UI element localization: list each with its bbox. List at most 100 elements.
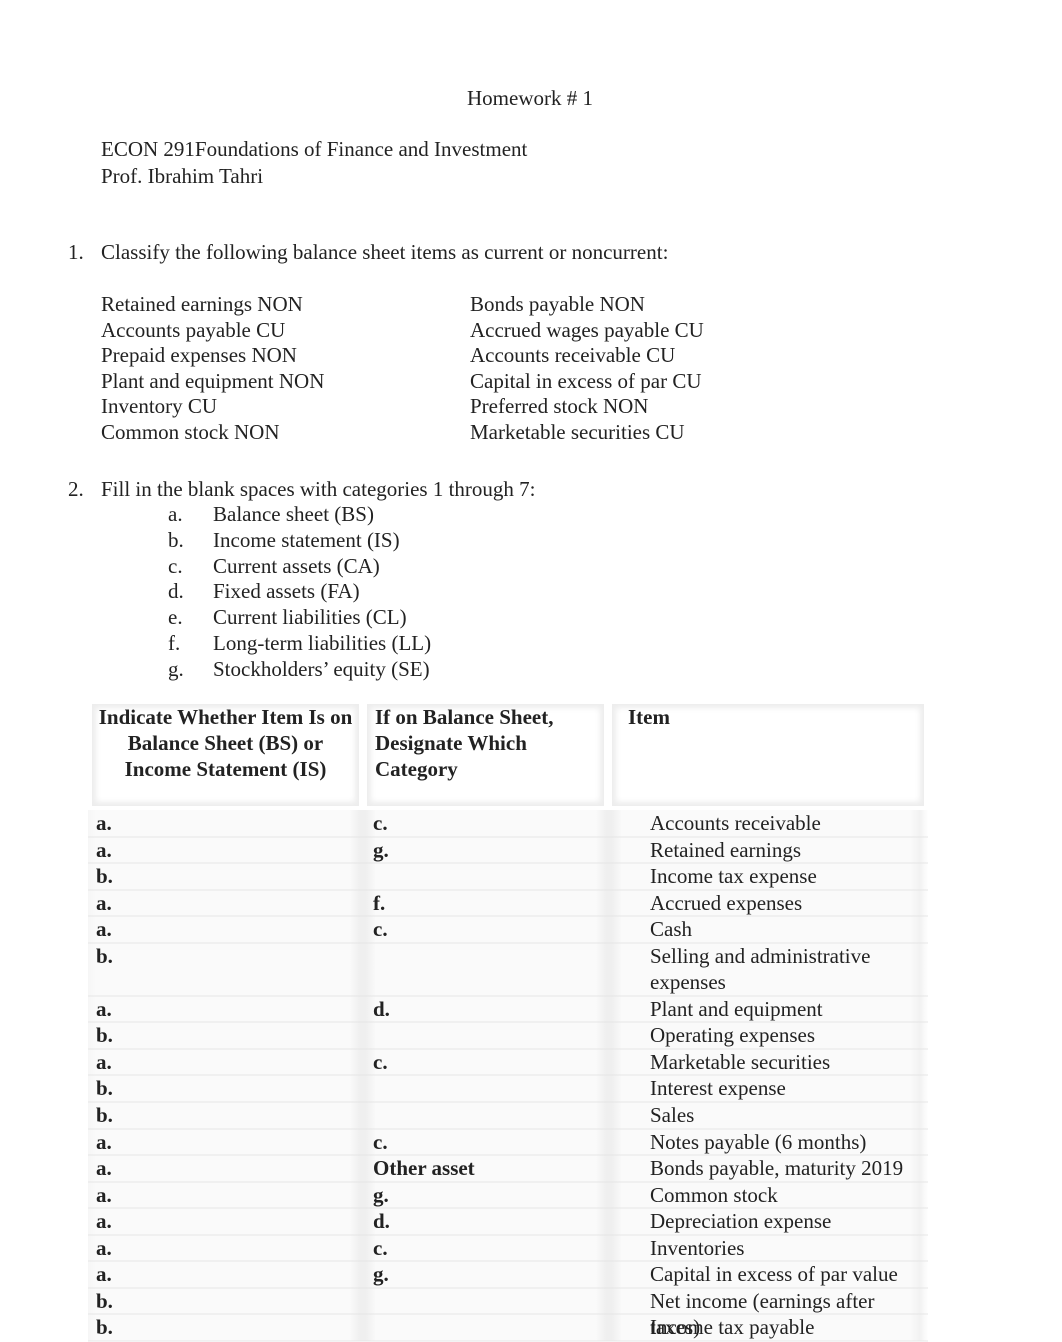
table-row: a. Other asset Bonds payable, maturity 201… [88,1155,928,1183]
category-cell: d. [373,1209,390,1234]
document-title: Homework # 1 [467,86,593,110]
item-cell: Operating expenses [650,1023,816,1048]
item-cell: Cash [650,917,692,942]
category-label: Long-term liabilities (LL) [213,630,432,655]
table-row: b. Income tax expense [88,863,928,891]
classify-item: Plant and equipment NON [101,368,325,393]
table-row: b. Interest expense [88,1075,928,1103]
classify-item: Common stock NON [101,419,280,444]
classify-list-left: Retained earnings NON Accounts payable C… [101,291,324,445]
item-cell: Depreciation expense [650,1209,832,1234]
statement-cell: a. [96,1235,112,1260]
statement-cell: b. [96,1076,113,1101]
table-header-row: Indicate Whether Item Is on Balance Shee… [88,700,928,810]
item-cell: Income tax expense [650,864,817,889]
category-letter: e. [168,605,183,630]
statement-cell: a. [96,890,112,915]
header-item: Item [628,705,670,729]
table-row: a. f. Accrued expenses [88,890,928,917]
category-label: Income statement (IS) [213,527,400,552]
item-cell: Inventories [650,1235,745,1260]
answer-table: Indicate Whether Item Is on Balance Shee… [88,700,928,1342]
table-row: a. c. Inventories [88,1235,928,1262]
category-cell: c. [373,1129,388,1154]
table-header-cell: Indicate Whether Item Is on Balance Shee… [88,700,363,810]
question-prompt: Classify the following balance sheet ite… [101,240,669,264]
table-body: a. c. Accounts receivable a. g. Retained earn… [88,810,928,1342]
table-row: a. c. Cash [88,916,928,944]
category-cell: g. [373,837,389,862]
classify-item: Accrued wages payable CU [470,317,704,342]
category-cell [363,943,608,996]
classify-item: Inventory CU [101,394,218,419]
table-row: a. c. Notes payable (6 months) [88,1129,928,1156]
classify-item: Accounts payable CU [101,317,286,342]
table-row: b. Selling and administrative expenses [88,943,928,997]
item-cell: Interest expense [650,1076,786,1101]
item-cell: Accrued expenses [650,890,803,915]
course-name: ECON 291Foundations of Finance and Inves… [101,137,528,161]
classify-item: Marketable securities CU [470,419,685,444]
statement-cell: b. [96,864,113,889]
item-cell: Sales [650,1103,695,1128]
question-prompt: Fill in the blank spaces with categories… [101,477,536,501]
table-row: a. g. Capital in excess of par value [88,1261,928,1289]
category-cell: g. [373,1262,389,1287]
category-cell: c. [373,917,388,942]
category-cell [363,1022,608,1049]
classify-item: Preferred stock NON [470,394,649,419]
header-statement: Indicate Whether Item Is on Balance Shee… [98,705,353,781]
item-cell: Plant and equipment [650,996,823,1021]
item-cell: Retained earnings [650,837,802,862]
statement-cell: a. [96,811,112,835]
item-cell: Marketable securities [650,1049,831,1074]
classify-list-right: Bonds payable NON Accrued wages payable … [470,291,704,445]
statement-cell: a. [96,1262,112,1287]
item-cell: Selling and administrative expenses [650,943,871,995]
statement-cell: a. [96,996,112,1021]
category-letter: d. [168,579,184,604]
category-letter: g. [168,656,184,681]
header-category: If on Balance Sheet, Designate Which Cat… [375,705,554,781]
item-cell: Income tax payable [650,1315,815,1340]
item-cell: Capital in excess of par value [650,1262,898,1287]
table-row: b. Operating expenses [88,1022,928,1050]
table-row: a. c. Marketable securities [88,1049,928,1077]
statement-cell: b. [96,1023,113,1048]
statement-cell: a. [96,1209,112,1234]
question-number: 1. [68,240,84,264]
table-row: a. c. Accounts receivable [88,810,928,838]
table-row: a. d. Plant and equipment [88,996,928,1023]
category-letter: b. [168,527,184,552]
statement-cell: b. [96,943,113,968]
table-row: b. Sales [88,1102,928,1130]
category-label: Current liabilities (CL) [213,605,407,630]
category-letter: a. [168,502,183,526]
category-cell: c. [373,1235,388,1260]
statement-cell: a. [96,1049,112,1074]
category-letter: f. [168,630,181,655]
statement-cell: b. [96,1103,113,1128]
category-cell: g. [373,1182,389,1207]
category-letter: c. [168,553,183,578]
table-header-cell: Item [608,700,928,810]
category-cell [363,1314,608,1341]
classify-item: Accounts receivable CU [470,343,676,368]
category-cell: Other asset [373,1156,475,1181]
statement-cell: a. [96,1182,112,1207]
professor-name: Prof. Ibrahim Tahri [101,164,264,188]
category-cell [363,1075,608,1102]
classify-item: Prepaid expenses NON [101,343,297,368]
statement-cell: b. [96,1315,113,1340]
item-cell: Common stock [650,1182,778,1207]
category-cell [363,1102,608,1129]
statement-cell: a. [96,837,112,862]
question-number: 2. [68,477,84,501]
category-cell: c. [373,1049,388,1074]
category-label: Stockholders’ equity (SE) [213,656,430,681]
table-row: a. d. Depreciation expense [88,1208,928,1236]
statement-cell: a. [96,1129,112,1154]
category-cell [363,1288,608,1315]
statement-cell: a. [96,917,112,942]
category-label: Balance sheet (BS) [213,502,374,526]
